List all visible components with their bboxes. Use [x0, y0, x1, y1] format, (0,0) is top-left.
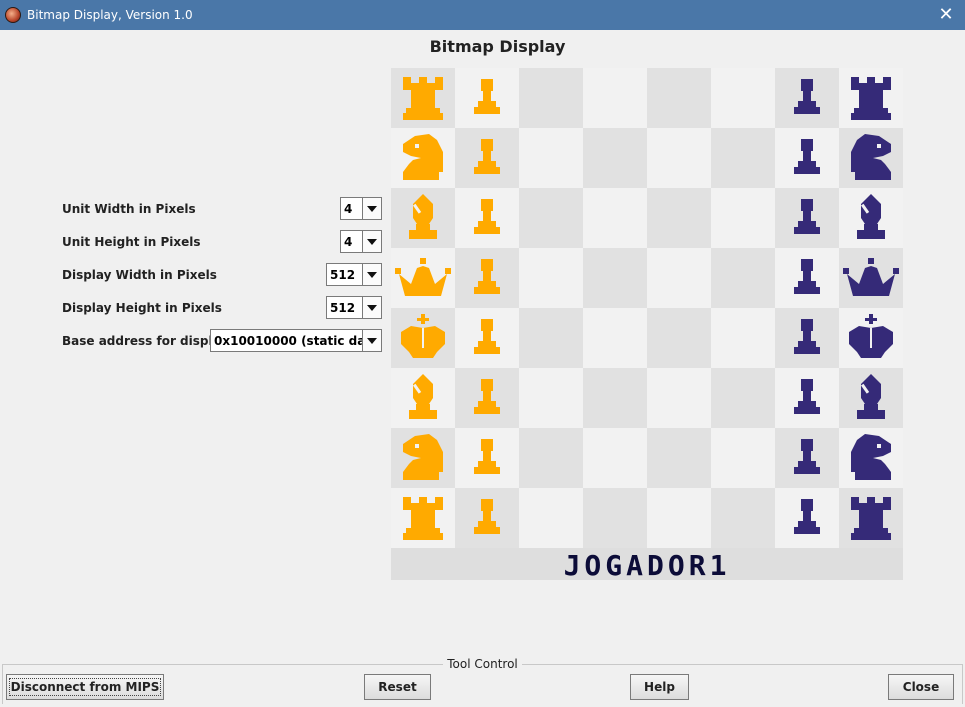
board-square: [519, 188, 583, 248]
board-square: [583, 128, 647, 188]
display-height-select[interactable]: 512: [326, 296, 382, 319]
board-square: [647, 368, 711, 428]
board-square: [519, 128, 583, 188]
help-button[interactable]: Help: [630, 674, 689, 700]
app-icon: [5, 7, 21, 23]
unit-width-row: Unit Width in Pixels: [62, 198, 196, 220]
board-square: [711, 308, 775, 368]
board-square: [519, 428, 583, 488]
board-square: [519, 368, 583, 428]
base-address-row: Base address for display: [62, 330, 228, 352]
display-height-value: 512: [330, 300, 356, 315]
unit-height-value: 4: [344, 234, 353, 249]
board-square: [647, 488, 711, 548]
chevron-down-icon[interactable]: [362, 297, 381, 318]
board-square: [583, 368, 647, 428]
board-square: [519, 308, 583, 368]
board-square: [711, 368, 775, 428]
board-square: [647, 68, 711, 128]
display-height-row: Display Height in Pixels: [62, 297, 222, 319]
board-square: [711, 248, 775, 308]
board-square: [647, 428, 711, 488]
chevron-down-icon[interactable]: [362, 264, 381, 285]
board-square: [519, 248, 583, 308]
window-title: Bitmap Display, Version 1.0: [27, 8, 193, 22]
help-label: Help: [644, 680, 675, 694]
board-square: [647, 188, 711, 248]
close-button[interactable]: Close: [888, 674, 954, 700]
base-address-value: 0x10010000 (static data): [214, 333, 362, 348]
display-width-select[interactable]: 512: [326, 263, 382, 286]
unit-height-label: Unit Height in Pixels: [62, 235, 201, 249]
window-close-button[interactable]: ✕: [935, 4, 957, 26]
display-width-value: 512: [330, 267, 356, 282]
chevron-down-icon[interactable]: [362, 330, 381, 351]
unit-width-select[interactable]: 4: [340, 197, 382, 220]
player-banner-text: JOGADOR1: [564, 549, 731, 580]
board-square: [647, 248, 711, 308]
board-square: [583, 68, 647, 128]
board-square: [519, 68, 583, 128]
page-title: Bitmap Display: [429, 37, 566, 56]
board-square: [583, 308, 647, 368]
tool-control-title: Tool Control: [0, 657, 965, 671]
base-address-select[interactable]: 0x10010000 (static data): [210, 329, 382, 352]
reset-button[interactable]: Reset: [364, 674, 431, 700]
board-square: [647, 308, 711, 368]
close-label: Close: [902, 680, 940, 694]
chevron-down-icon[interactable]: [362, 198, 381, 219]
base-address-label: Base address for display: [62, 334, 229, 348]
board-square: [519, 488, 583, 548]
chess-board: JOGADOR1: [391, 68, 903, 580]
disconnect-button[interactable]: Disconnect from MIPS: [6, 674, 164, 700]
bitmap-display: JOGADOR1: [391, 68, 903, 580]
board-square: [711, 488, 775, 548]
board-square: [711, 188, 775, 248]
unit-height-row: Unit Height in Pixels: [62, 231, 201, 253]
title-bar: Bitmap Display, Version 1.0 ✕: [0, 0, 965, 30]
board-square: [583, 248, 647, 308]
display-height-label: Display Height in Pixels: [62, 301, 222, 315]
unit-width-value: 4: [344, 201, 353, 216]
disconnect-label: Disconnect from MIPS: [8, 678, 162, 696]
chevron-down-icon[interactable]: [362, 231, 381, 252]
board-square: [647, 128, 711, 188]
display-width-label: Display Width in Pixels: [62, 268, 217, 282]
board-square: [711, 68, 775, 128]
unit-height-select[interactable]: 4: [340, 230, 382, 253]
unit-width-label: Unit Width in Pixels: [62, 202, 196, 216]
board-square: [583, 428, 647, 488]
board-square: [711, 128, 775, 188]
board-square: [711, 428, 775, 488]
reset-label: Reset: [378, 680, 417, 694]
board-square: [583, 488, 647, 548]
display-width-row: Display Width in Pixels: [62, 264, 217, 286]
board-square: [583, 188, 647, 248]
